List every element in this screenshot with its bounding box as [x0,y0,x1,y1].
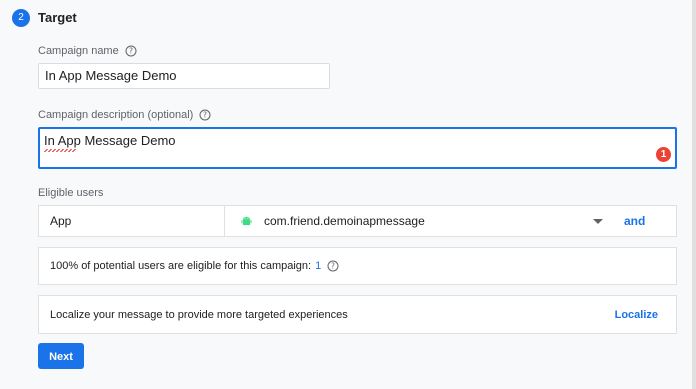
campaign-description-label-row: Campaign description (optional) ? [38,109,211,121]
chevron-down-icon[interactable] [593,218,603,224]
campaign-description-value-wrap: In App Message Demo [44,133,176,152]
campaign-name-input[interactable]: In App Message Demo [38,63,330,89]
eligible-users-row: App com.friend.demoinapmessage and [38,205,677,237]
help-circle-icon[interactable]: ? [199,109,211,121]
android-icon [241,216,252,225]
localize-button[interactable]: Localize [615,309,658,321]
potential-users-card: 100% of potential users are eligible for… [38,247,677,285]
svg-text:?: ? [129,47,133,56]
eligible-users-label: Eligible users [38,187,104,199]
step-number-badge: 2 [12,9,30,27]
potential-users-text: 100% of potential users are eligible for… [50,260,312,272]
right-divider [692,0,696,389]
app-select-dropdown[interactable]: com.friend.demoinapmessage [225,214,624,228]
campaign-description-value: In App Message Demo [44,133,176,148]
svg-text:?: ? [203,111,207,120]
error-count-badge[interactable]: 1 [656,147,671,162]
help-circle-icon[interactable]: ? [125,45,137,57]
campaign-name-value: In App Message Demo [45,68,177,83]
campaign-description-textarea[interactable]: In App Message Demo 1 [38,127,677,169]
campaign-description-label: Campaign description (optional) [38,109,194,121]
potential-users-count: 1 [315,260,322,272]
localize-card: Localize your message to provide more ta… [38,295,677,334]
app-select-value: com.friend.demoinapmessage [264,214,425,228]
help-circle-icon[interactable]: ? [327,260,339,272]
svg-text:?: ? [331,262,335,271]
next-button[interactable]: Next [38,343,84,369]
section-title: Target [38,10,77,25]
campaign-name-label: Campaign name [38,45,119,57]
app-condition-label: App [39,206,225,236]
add-and-condition-button[interactable]: and [624,214,676,228]
target-step-page: 2 Target Campaign name ? In App Message … [0,0,696,389]
localize-text: Localize your message to provide more ta… [50,308,348,321]
spellcheck-underline [44,149,76,152]
campaign-name-label-row: Campaign name ? [38,45,137,57]
